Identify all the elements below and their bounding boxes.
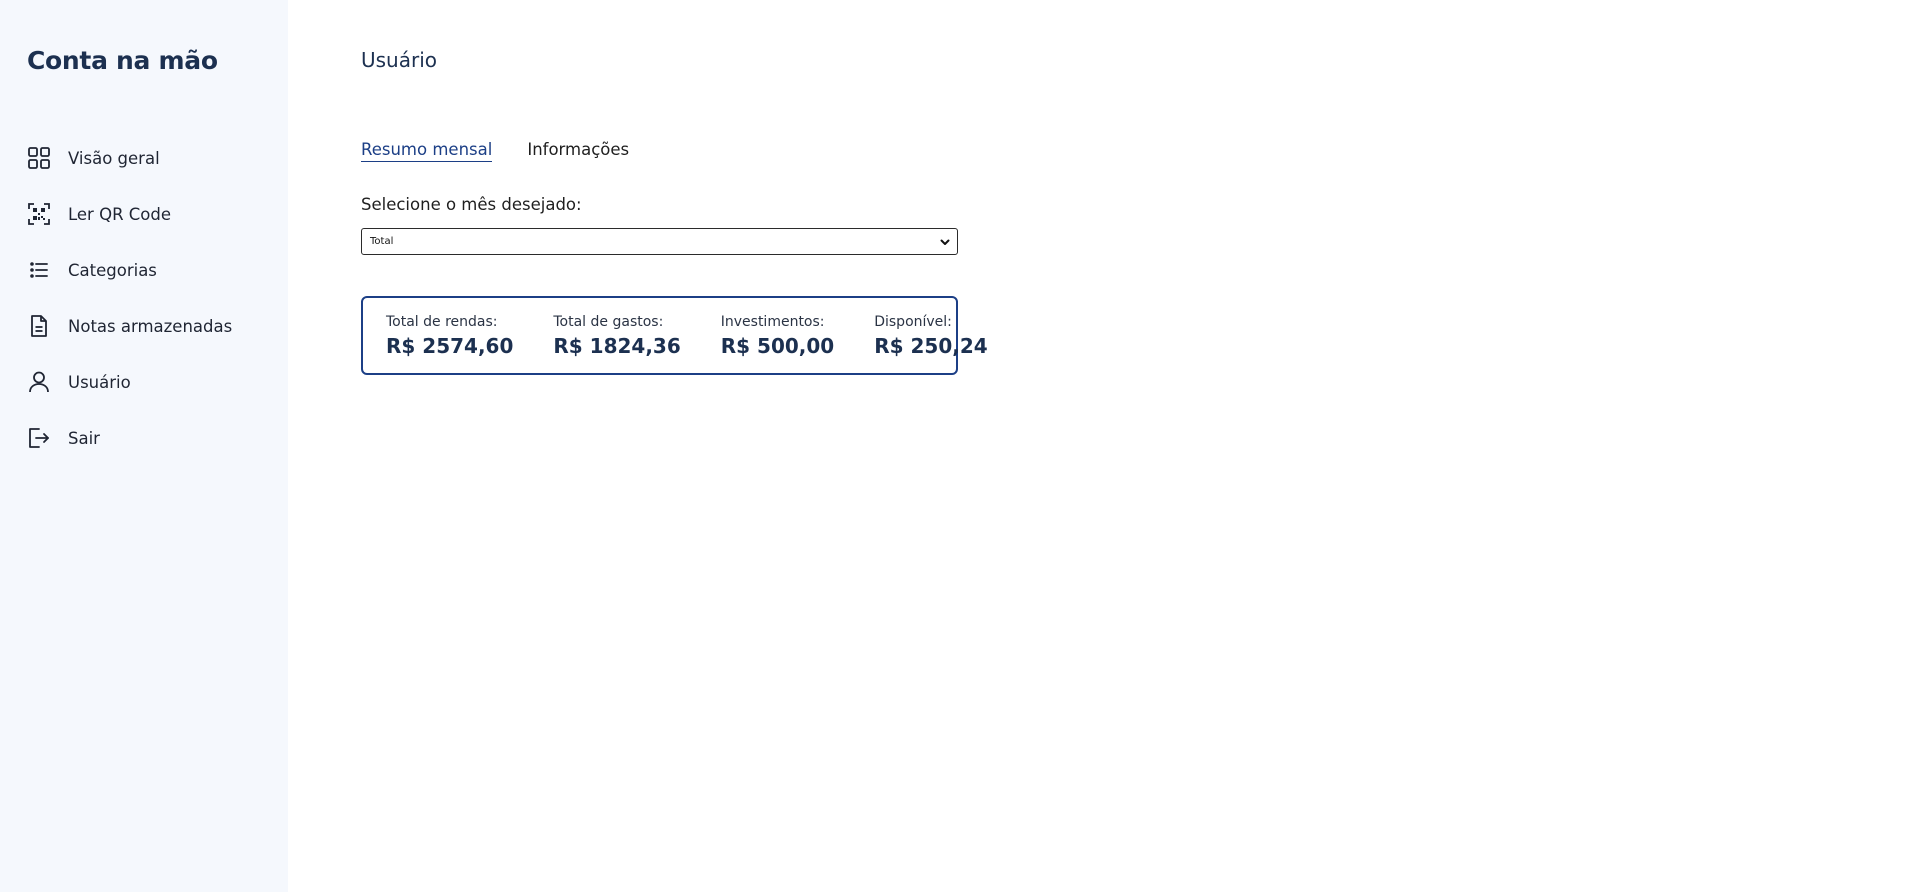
sidebar-item-visao-geral[interactable]: Visão geral (27, 144, 232, 172)
summary-card: Total de rendas: R$ 2574,60 Total de gas… (361, 296, 988, 375)
summary-label: Disponível: (874, 313, 952, 330)
summary-label: Total de gastos: (553, 313, 664, 330)
tab-resumo-mensal[interactable]: Resumo mensal (361, 140, 493, 162)
summary-value: R$ 250,24 (874, 333, 988, 358)
sidebar: Conta na mão Visão geral Ler QR Code Cat… (0, 0, 288, 892)
chevron-down-icon (939, 236, 951, 248)
month-select-label: Selecione o mês desejado: (361, 195, 582, 214)
main-content: Usuário Resumo mensal Informações Seleci… (288, 0, 1920, 892)
summary-total-rendas: Total de rendas: R$ 2574,60 (386, 314, 513, 358)
month-select-value: Total (370, 236, 394, 247)
sidebar-item-categorias[interactable]: Categorias (27, 256, 232, 284)
summary-label: Total de rendas: (386, 313, 498, 330)
summary-value: R$ 2574,60 (386, 333, 514, 358)
brand-logo[interactable]: Conta na mão (27, 46, 218, 75)
summary-value: R$ 500,00 (720, 333, 835, 358)
summary-label: Investimentos: (720, 313, 825, 330)
sidebar-item-usuario[interactable]: Usuário (27, 368, 232, 396)
tab-bar: Resumo mensal Informações (361, 140, 664, 162)
summary-investimentos: Investimentos: R$ 500,00 (721, 314, 834, 358)
qr-code-icon (27, 202, 51, 226)
sidebar-nav: Visão geral Ler QR Code Categorias Notas… (27, 144, 232, 480)
sidebar-item-label: Notas armazenadas (68, 316, 233, 336)
summary-value: R$ 1824,36 (553, 333, 681, 358)
app-root: Conta na mão Visão geral Ler QR Code Cat… (0, 0, 1920, 892)
sidebar-item-label: Usuário (68, 372, 131, 392)
sidebar-item-label: Visão geral (68, 148, 160, 168)
document-icon (27, 314, 51, 338)
sidebar-item-notas-armazenadas[interactable]: Notas armazenadas (27, 312, 232, 340)
tab-informacoes[interactable]: Informações (527, 140, 629, 162)
summary-disponivel: Disponível: R$ 250,24 (874, 314, 987, 358)
page-title: Usuário (361, 48, 438, 72)
summary-total-gastos: Total de gastos: R$ 1824,36 (553, 314, 680, 358)
grid-icon (27, 146, 51, 170)
month-select[interactable]: Total (361, 228, 958, 255)
sidebar-item-sair[interactable]: Sair (27, 424, 232, 452)
sidebar-item-label: Sair (68, 428, 100, 448)
sidebar-item-label: Categorias (68, 260, 157, 280)
user-icon (27, 370, 51, 394)
list-icon (27, 258, 51, 282)
sidebar-item-ler-qr-code[interactable]: Ler QR Code (27, 200, 232, 228)
sidebar-item-label: Ler QR Code (68, 204, 172, 224)
logout-icon (27, 426, 51, 450)
